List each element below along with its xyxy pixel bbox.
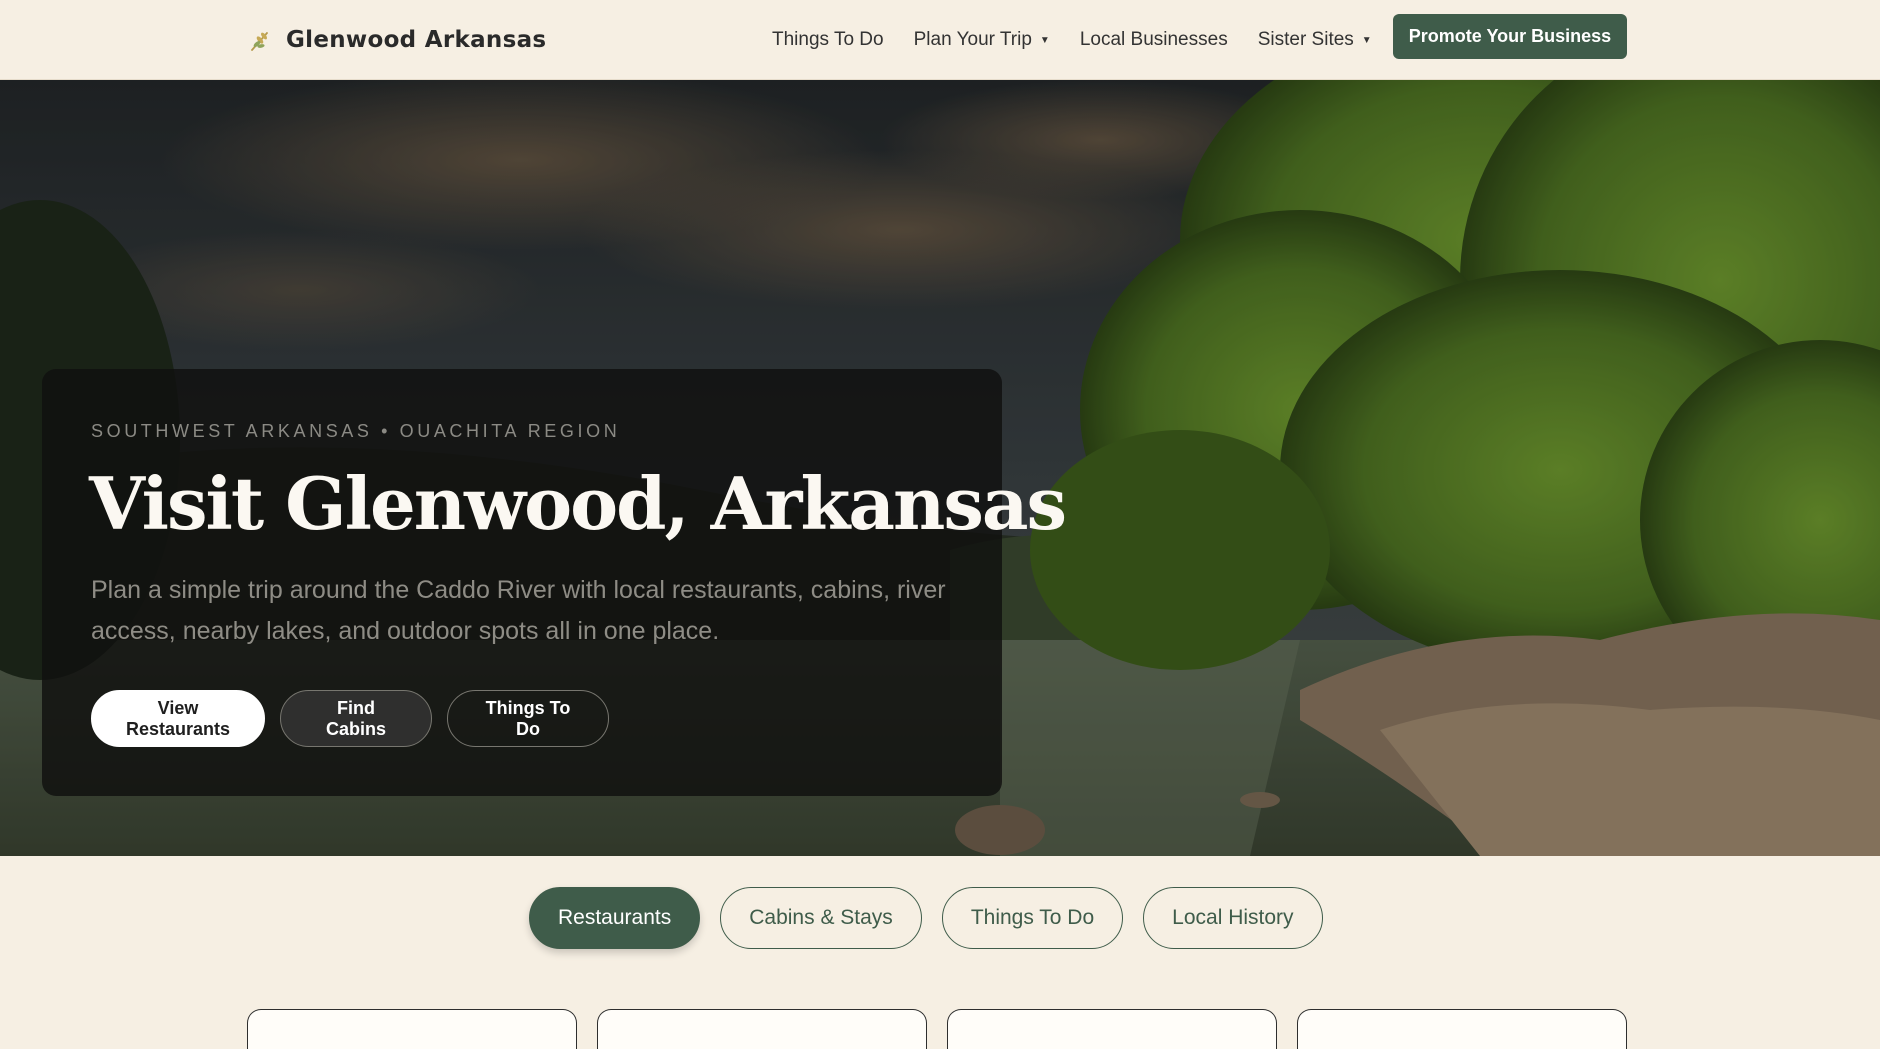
hero-buttons: View Restaurants Find Cabins Things To D… [91, 690, 609, 747]
listing-cards [247, 1009, 1627, 1049]
listing-card[interactable] [247, 1009, 577, 1049]
nav-label: Things To Do [772, 29, 884, 50]
tab-local-history[interactable]: Local History [1143, 887, 1323, 949]
tab-restaurants[interactable]: Restaurants [529, 887, 701, 949]
nav-sister-sites[interactable]: Sister Sites ▼ [1258, 29, 1372, 51]
category-tabs: Restaurants Cabins & Stays Things To Do … [529, 887, 1323, 949]
listing-card[interactable] [1297, 1009, 1627, 1049]
listing-card[interactable] [597, 1009, 927, 1049]
tab-things-to-do[interactable]: Things To Do [941, 887, 1124, 949]
things-to-do-button[interactable]: Things To Do [447, 690, 609, 747]
tab-cabins-stays[interactable]: Cabins & Stays [720, 887, 922, 949]
listing-card[interactable] [947, 1009, 1277, 1049]
hero-section: SOUTHWEST ARKANSAS • OUACHITA REGION Vis… [0, 80, 1880, 856]
nav-label: Sister Sites [1257, 29, 1354, 50]
caret-down-icon: ▼ [1361, 34, 1372, 46]
caret-down-icon: ▼ [1039, 34, 1050, 46]
nav-label: Local Businesses [1079, 29, 1228, 50]
nav-local-businesses[interactable]: Local Businesses [1080, 29, 1228, 51]
nav-plan-your-trip[interactable]: Plan Your Trip ▼ [914, 29, 1050, 51]
hero-title: Visit Glenwood, Arkansas [89, 461, 1067, 546]
promote-business-button[interactable]: Promote Your Business [1393, 14, 1627, 59]
hero-description: Plan a simple trip around the Caddo Rive… [91, 576, 946, 645]
brand-link[interactable]: Glenwood Arkansas [248, 20, 546, 60]
find-cabins-button[interactable]: Find Cabins [280, 690, 432, 747]
nav-label: Plan Your Trip [913, 29, 1032, 50]
main-nav: Things To Do Plan Your Trip ▼ Local Busi… [772, 20, 1402, 60]
brand-name: Glenwood Arkansas [286, 27, 547, 53]
nav-things-to-do[interactable]: Things To Do [772, 29, 884, 51]
wheat-icon [248, 27, 274, 53]
hero-eyebrow: SOUTHWEST ARKANSAS • OUACHITA REGION [91, 421, 621, 441]
hero-card: SOUTHWEST ARKANSAS • OUACHITA REGION Vis… [42, 369, 1067, 796]
site-header: Glenwood Arkansas Things To Do Plan Your… [0, 0, 1880, 80]
view-restaurants-button[interactable]: View Restaurants [91, 690, 265, 747]
